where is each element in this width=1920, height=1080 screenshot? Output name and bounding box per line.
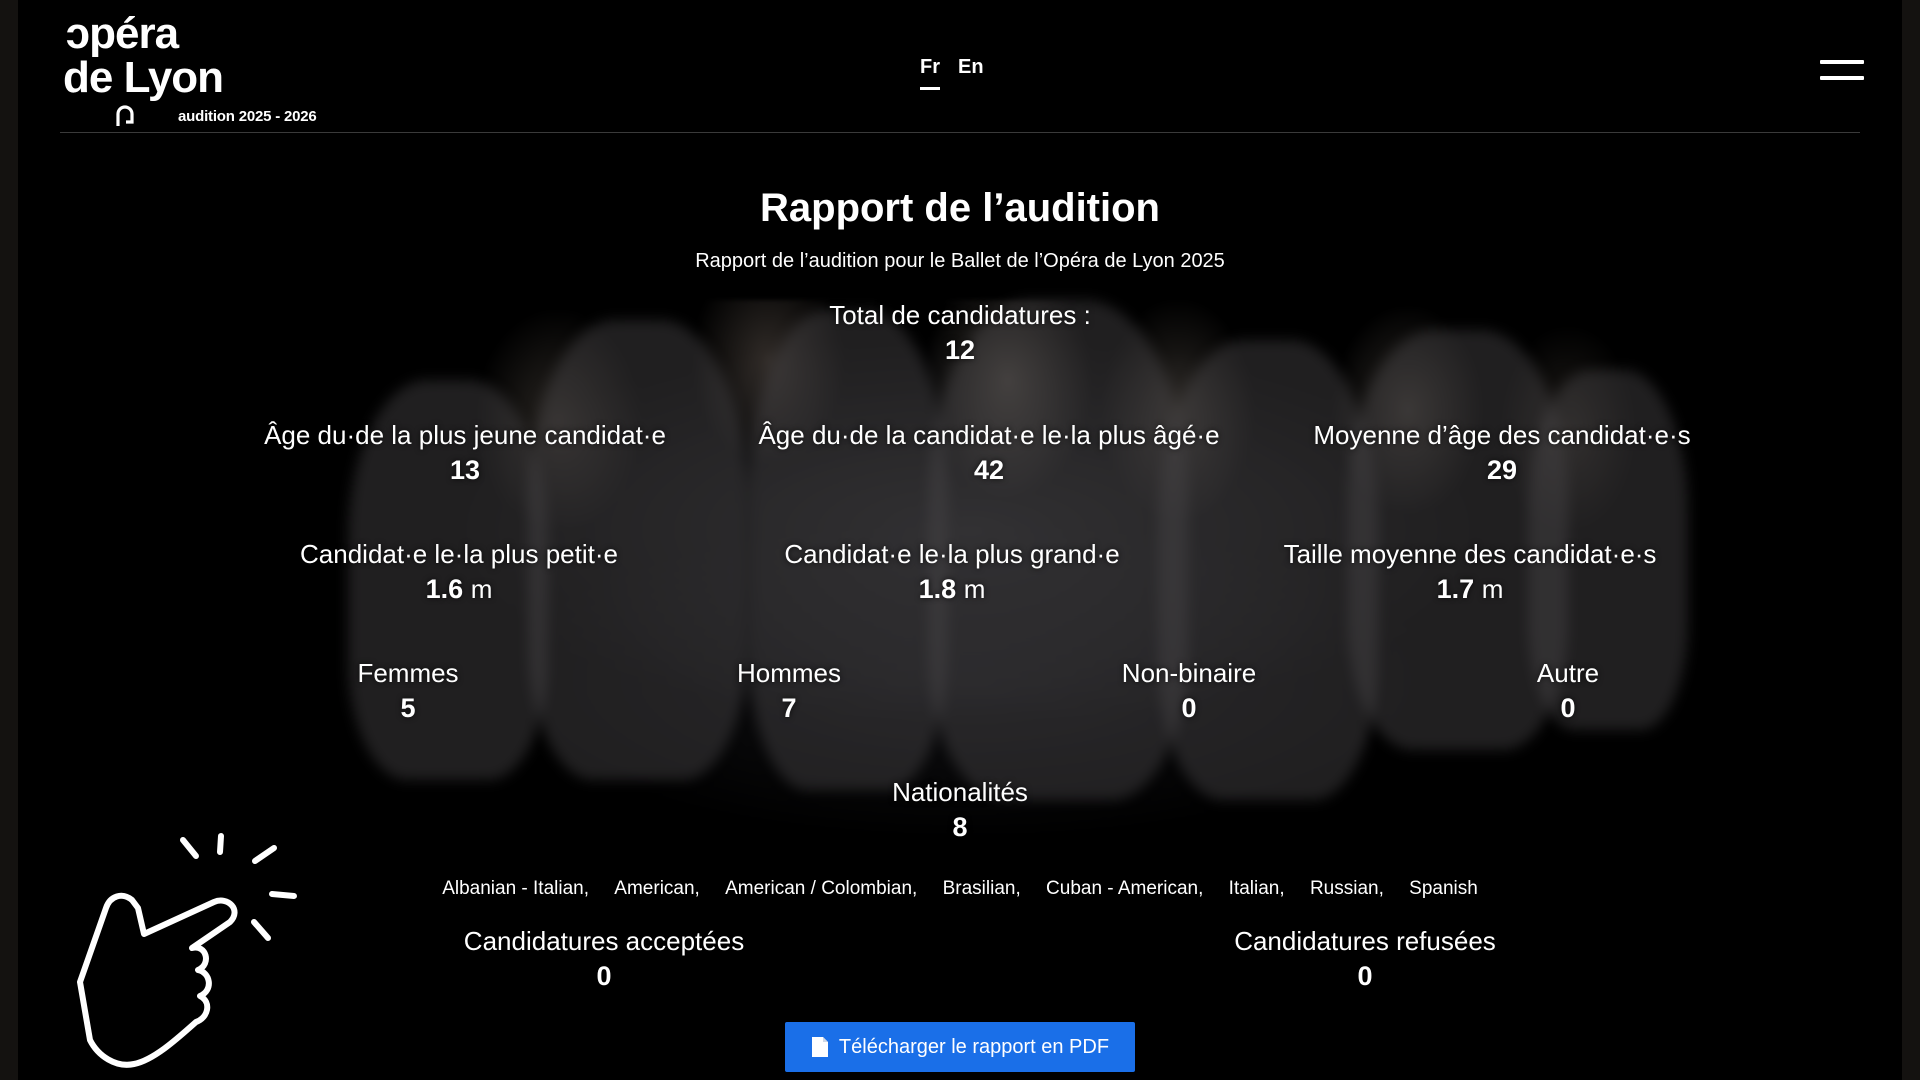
stat-label: Âge du·de la candidat·e le·la plus âgé·e: [758, 420, 1220, 450]
stat-label: Candidatures refusées: [1234, 926, 1496, 956]
page: ɔpéra de Lyon audition 2025 - 2026 Fr En…: [18, 0, 1902, 1080]
stat-value: 0: [1560, 693, 1576, 723]
stat-value: 1.7: [1436, 574, 1475, 604]
stat-label: Candidat·e le·la plus grand·e: [784, 539, 1120, 569]
stat-label: Total de candidatures :: [829, 300, 1091, 330]
list-item: Cuban - American,: [1046, 878, 1204, 899]
stat-average-age: Moyenne d’âge des candidat·e·s 29: [1242, 420, 1762, 490]
stat-value: 1.6: [425, 574, 464, 604]
list-item: Russian,: [1309, 878, 1384, 899]
stat-tallest: Candidat·e le·la plus grand·e 1.8 m: [692, 539, 1212, 609]
stat-total: Total de candidatures : 12: [700, 300, 1220, 370]
stat-value: 8: [952, 812, 968, 842]
stat-label: Âge du·de la plus jeune candidat·e: [264, 420, 666, 450]
list-item: American,: [614, 878, 700, 899]
stat-oldest-age: Âge du·de la candidat·e le·la plus âgé·e…: [729, 420, 1249, 490]
stat-refused: Candidatures refusées 0: [1105, 926, 1625, 996]
stat-unit: m: [1481, 574, 1504, 604]
stat-label: Nationalités: [892, 777, 1028, 807]
stat-label: Taille moyenne des candidat·e·s: [1283, 539, 1657, 569]
download-pdf-label: Télécharger le rapport en PDF: [838, 1035, 1110, 1058]
stat-value: 12: [944, 335, 976, 365]
stat-label: Autre: [1536, 658, 1600, 688]
stat-value-row: 1.7 m: [1210, 569, 1730, 609]
stat-youngest-age: Âge du·de la plus jeune candidat·e 13: [205, 420, 725, 490]
stat-value: 42: [973, 455, 1005, 485]
stat-unit: m: [470, 574, 493, 604]
list-item: Brasilian,: [942, 878, 1021, 899]
stat-value: 13: [449, 455, 481, 485]
stat-value: 1.8: [918, 574, 957, 604]
page-subtitle: Rapport de l’audition pour le Ballet de …: [695, 250, 1225, 272]
screen-frame-left: [0, 0, 18, 1080]
screen-frame-right: [1902, 0, 1920, 1080]
stat-nationalities: Nationalités 8: [700, 777, 1220, 847]
stat-shortest: Candidat·e le·la plus petit·e 1.6 m: [199, 539, 719, 609]
list-item: Albanian - Italian,: [442, 878, 590, 899]
stat-label: Moyenne d’âge des candidat·e·s: [1313, 420, 1691, 450]
stat-value-row: 1.8 m: [692, 569, 1212, 609]
stat-value-row: 1.6 m: [199, 569, 719, 609]
list-item: American / Colombian,: [725, 878, 918, 899]
page-title: Rapport de l’audition: [760, 186, 1160, 230]
list-item: Spanish: [1409, 878, 1478, 899]
document-icon: [811, 1037, 828, 1057]
stat-other: Autre 0: [1308, 658, 1828, 728]
stat-value: 0: [596, 961, 612, 991]
stat-accepted: Candidatures acceptées 0: [344, 926, 864, 996]
stat-value: 29: [1486, 455, 1518, 485]
stat-unit: m: [963, 574, 986, 604]
stat-value: 0: [1357, 961, 1373, 991]
stat-label: Candidatures acceptées: [463, 926, 745, 956]
download-pdf-button[interactable]: Télécharger le rapport en PDF: [785, 1022, 1135, 1072]
stat-average-height: Taille moyenne des candidat·e·s 1.7 m: [1210, 539, 1730, 609]
stat-label: Candidat·e le·la plus petit·e: [300, 539, 618, 569]
list-item: Italian,: [1228, 878, 1285, 899]
pointing-hand-icon: [77, 833, 297, 1068]
